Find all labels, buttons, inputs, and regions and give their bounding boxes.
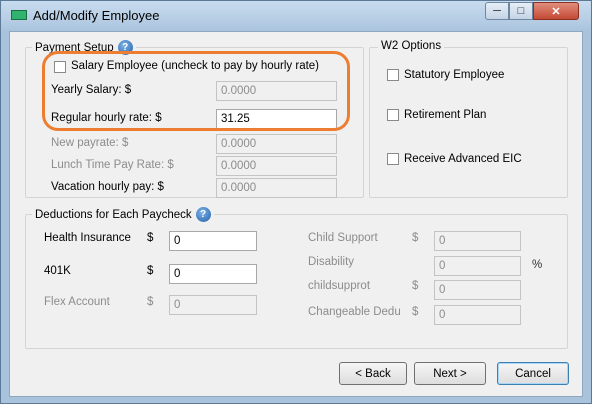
- lunch-time-pay-rate-label: Lunch Time Pay Rate: $: [51, 159, 174, 171]
- child-support-currency: $: [412, 232, 419, 244]
- receive-advanced-eic-checkbox[interactable]: [387, 153, 399, 165]
- title-bar[interactable]: Add/Modify Employee ─ □ ✕: [1, 1, 591, 31]
- cancel-button[interactable]: Cancel: [497, 362, 569, 385]
- deductions-group: Deductions for Each Paycheck ? Health In…: [25, 207, 568, 349]
- maximize-button[interactable]: □: [509, 2, 533, 20]
- flex-account-field[interactable]: [169, 295, 257, 315]
- vacation-hourly-pay-label: Vacation hourly pay: $: [51, 181, 164, 193]
- minimize-button[interactable]: ─: [485, 2, 509, 20]
- childsupprot-label: childsupprot: [308, 280, 371, 292]
- vacation-hourly-pay-field[interactable]: [216, 178, 337, 198]
- 401k-label: 401K: [44, 265, 71, 277]
- child-support-field[interactable]: [434, 231, 521, 251]
- flex-account-currency: $: [147, 296, 154, 308]
- health-insurance-field[interactable]: [169, 231, 257, 251]
- childsupprot-currency: $: [412, 280, 419, 292]
- childsupprot-field[interactable]: [434, 280, 521, 300]
- 401k-currency: $: [147, 265, 154, 277]
- retirement-plan-label: Retirement Plan: [404, 109, 487, 121]
- retirement-plan-checkbox[interactable]: [387, 109, 399, 121]
- window-title: Add/Modify Employee: [33, 8, 160, 23]
- lunch-time-pay-rate-field[interactable]: [216, 156, 337, 176]
- new-payrate-field[interactable]: [216, 134, 337, 154]
- statutory-employee-checkbox[interactable]: [387, 69, 399, 81]
- deductions-title: Deductions for Each Paycheck: [35, 208, 192, 221]
- add-modify-employee-window: Add/Modify Employee ─ □ ✕ Payment Setup …: [0, 0, 592, 404]
- child-support-label: Child Support: [308, 232, 378, 244]
- app-icon: [11, 10, 27, 20]
- back-button[interactable]: < Back: [339, 362, 407, 385]
- help-icon[interactable]: ?: [195, 207, 211, 222]
- changeable-dedu-label: Changeable Dedu: [308, 306, 401, 318]
- disability-percent-sign: %: [532, 259, 543, 271]
- changeable-dedu-field[interactable]: [434, 305, 521, 325]
- w2-options-title: W2 Options: [378, 40, 445, 52]
- statutory-employee-label: Statutory Employee: [404, 69, 505, 81]
- next-button[interactable]: Next >: [414, 362, 486, 385]
- w2-options-group: W2 Options Statutory Employee Retirement…: [369, 40, 568, 198]
- disability-label: Disability: [308, 256, 355, 268]
- receive-advanced-eic-label: Receive Advanced EIC: [404, 153, 522, 165]
- disability-field[interactable]: [434, 256, 521, 276]
- dialog-body: Payment Setup ? Salary Employee (uncheck…: [9, 31, 583, 397]
- health-insurance-label: Health Insurance: [44, 232, 131, 244]
- 401k-field[interactable]: [169, 264, 257, 284]
- highlight-callout: [42, 51, 350, 131]
- deductions-header: Deductions for Each Paycheck ?: [32, 207, 214, 222]
- close-button[interactable]: ✕: [533, 2, 579, 20]
- changeable-dedu-currency: $: [412, 306, 419, 318]
- health-insurance-currency: $: [147, 232, 154, 244]
- new-payrate-label: New payrate: $: [51, 137, 129, 149]
- flex-account-label: Flex Account: [44, 296, 110, 308]
